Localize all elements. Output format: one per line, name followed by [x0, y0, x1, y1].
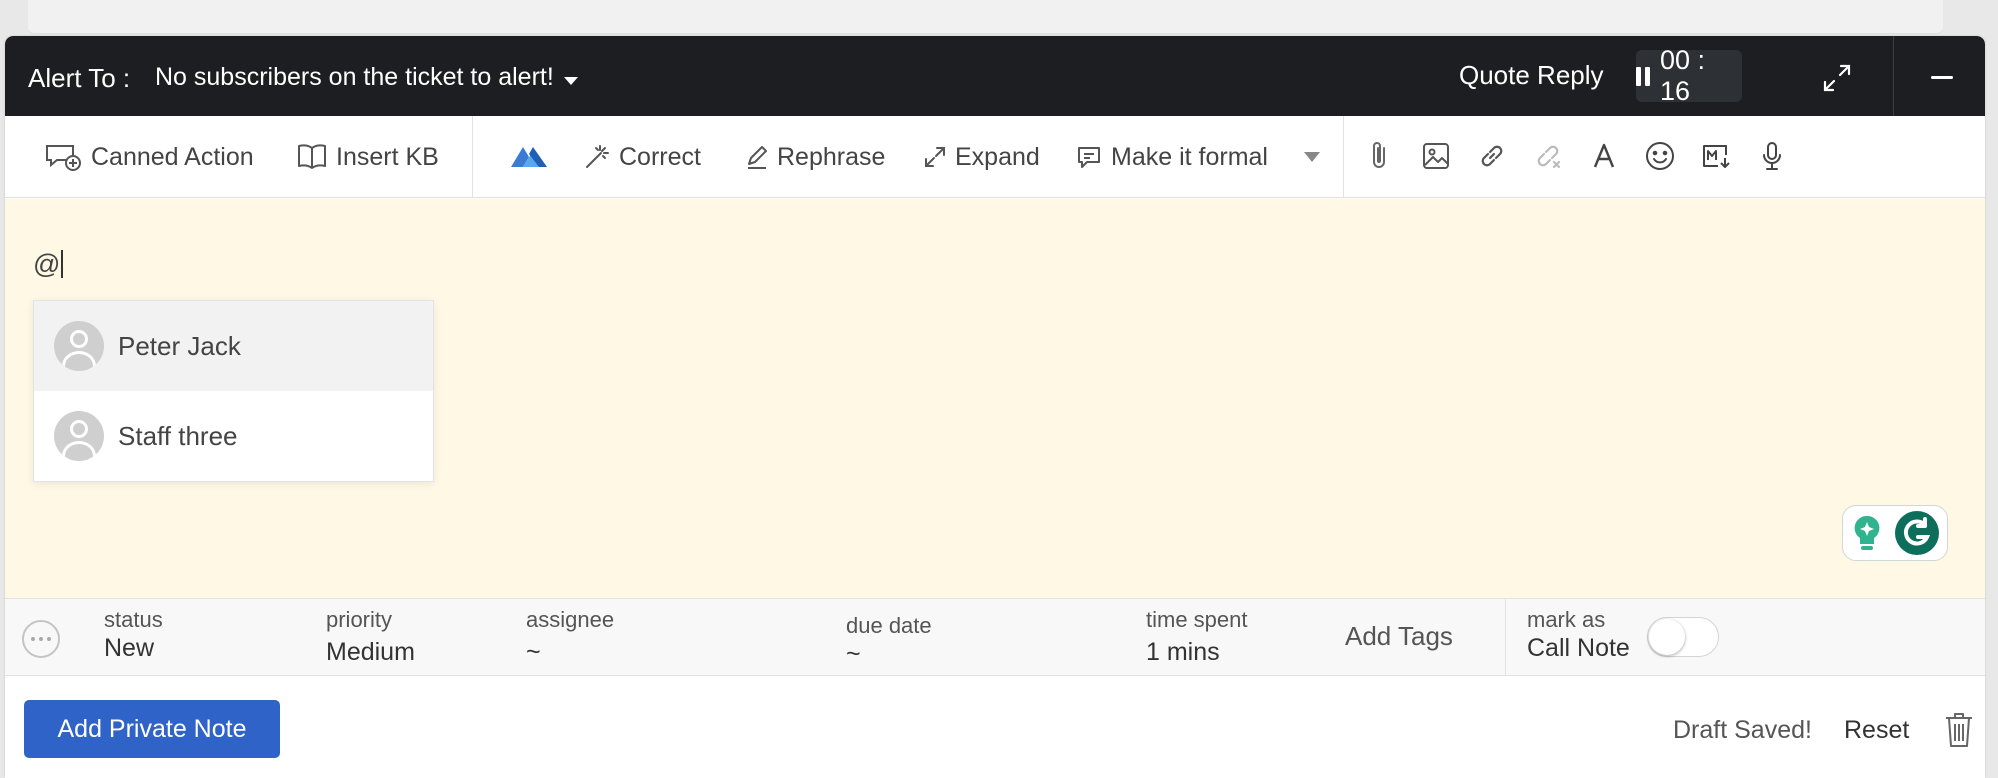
- caret-down-icon: [563, 76, 578, 85]
- alert-to-value: No subscribers on the ticket to alert!: [155, 63, 554, 91]
- more-icon[interactable]: [22, 620, 60, 658]
- mention-option[interactable]: Staff three: [34, 391, 433, 481]
- due-date-field[interactable]: due date ~: [846, 613, 932, 669]
- add-tags-button[interactable]: Add Tags: [1345, 621, 1453, 652]
- expand-text-button[interactable]: Expand: [923, 116, 1040, 198]
- toggle-knob: [1649, 619, 1685, 655]
- priority-value: Medium: [326, 638, 415, 666]
- link-icon[interactable]: [1472, 136, 1512, 176]
- ai-logo-icon: [511, 147, 547, 167]
- canned-action-icon: [46, 145, 81, 171]
- correct-button[interactable]: Correct: [583, 116, 701, 198]
- priority-field[interactable]: priority Medium: [326, 607, 415, 667]
- pause-icon[interactable]: [1636, 66, 1650, 86]
- image-icon[interactable]: [1416, 136, 1456, 176]
- mention-dropdown: Peter Jack Staff three: [33, 300, 434, 482]
- background-panel: [28, 0, 1943, 34]
- call-note-toggle[interactable]: [1647, 617, 1719, 657]
- lightbulb-icon: [1854, 515, 1880, 550]
- mark-as-value: Call Note: [1527, 634, 1630, 662]
- message-editor[interactable]: @ Peter Jack Staff three: [5, 199, 1985, 598]
- time-spent-label: time spent: [1146, 607, 1248, 632]
- pencil-icon: [748, 146, 767, 169]
- status-value: New: [104, 634, 155, 662]
- alert-to-label: Alert To :: [28, 63, 131, 93]
- mark-as-label: mark as: [1527, 607, 1606, 632]
- grammarly-icon: [1895, 511, 1939, 555]
- due-date-value: ~: [846, 640, 861, 668]
- ticket-properties-bar: status New priority Medium assignee ~ du…: [5, 598, 1985, 677]
- magic-wand-icon: [586, 145, 609, 168]
- ai-options-dropdown[interactable]: [1303, 116, 1321, 198]
- correct-label: Correct: [619, 142, 701, 171]
- rephrase-label: Rephrase: [777, 142, 886, 171]
- insert-kb-label: Insert KB: [336, 142, 439, 171]
- paperclip-icon[interactable]: [1360, 136, 1400, 176]
- unlink-icon[interactable]: [1528, 136, 1568, 176]
- editor-toolbar: Canned Action Insert KB Correct Rephrase: [5, 116, 1985, 198]
- ai-assist-button[interactable]: [509, 116, 549, 198]
- quote-reply-button[interactable]: Quote Reply: [1459, 60, 1604, 91]
- status-field[interactable]: status New: [104, 607, 163, 663]
- assignee-value: ~: [526, 638, 541, 666]
- alert-to-dropdown[interactable]: No subscribers on the ticket to alert!: [155, 63, 578, 92]
- reply-editor-panel: Alert To : No subscribers on the ticket …: [5, 36, 1985, 778]
- chevron-down-icon: [1304, 152, 1320, 162]
- text-cursor: [61, 250, 64, 278]
- fullscreen-icon[interactable]: [1817, 58, 1857, 98]
- make-formal-label: Make it formal: [1111, 142, 1268, 171]
- meta-divider: [1505, 599, 1506, 677]
- mention-option[interactable]: Peter Jack: [34, 301, 433, 391]
- insert-kb-button[interactable]: Insert KB: [296, 116, 439, 198]
- assignee-label: assignee: [526, 607, 615, 632]
- priority-label: priority: [326, 607, 393, 632]
- assignee-field[interactable]: assignee ~: [526, 607, 614, 667]
- markdown-icon[interactable]: [1696, 136, 1736, 176]
- mention-name: Staff three: [118, 420, 238, 451]
- toolbar-divider: [472, 116, 473, 198]
- book-icon: [298, 144, 326, 169]
- mark-as-field: mark as Call Note: [1527, 607, 1630, 663]
- canned-action-label: Canned Action: [91, 142, 254, 171]
- canned-action-button[interactable]: Canned Action: [43, 116, 254, 198]
- microphone-icon[interactable]: [1752, 136, 1792, 176]
- make-formal-button[interactable]: Make it formal: [1075, 116, 1268, 198]
- add-private-note-button[interactable]: Add Private Note: [24, 700, 280, 758]
- avatar-icon: [54, 321, 104, 371]
- time-spent-value: 1 mins: [1146, 638, 1220, 666]
- reset-button[interactable]: Reset: [1844, 716, 1909, 745]
- toolbar-divider: [1343, 116, 1344, 198]
- editor-content[interactable]: @: [33, 249, 64, 280]
- expand-arrows-icon: [925, 147, 945, 167]
- rephrase-button[interactable]: Rephrase: [745, 116, 885, 198]
- editor-footer: Add Private Note Draft Saved! Reset: [5, 676, 1985, 778]
- header-divider: [1893, 36, 1894, 116]
- speech-bubble-icon: [1078, 147, 1100, 168]
- font-icon[interactable]: [1584, 136, 1624, 176]
- expand-label: Expand: [955, 142, 1040, 171]
- timer[interactable]: 00 : 16: [1636, 45, 1742, 106]
- due-date-label: due date: [846, 613, 932, 638]
- grammarly-widget[interactable]: [1842, 505, 1948, 561]
- time-spent-field[interactable]: time spent 1 mins: [1146, 607, 1248, 667]
- timer-value: 00 : 16: [1660, 45, 1706, 106]
- editor-header: Alert To : No subscribers on the ticket …: [5, 36, 1985, 116]
- status-label: status: [104, 607, 163, 632]
- mention-name: Peter Jack: [118, 330, 241, 361]
- trash-icon[interactable]: [1942, 710, 1976, 750]
- editor-text: @: [33, 249, 61, 279]
- emoji-icon[interactable]: [1640, 136, 1680, 176]
- minimize-icon[interactable]: [1921, 66, 1961, 90]
- draft-status: Draft Saved!: [1673, 716, 1812, 744]
- avatar-icon: [54, 411, 104, 461]
